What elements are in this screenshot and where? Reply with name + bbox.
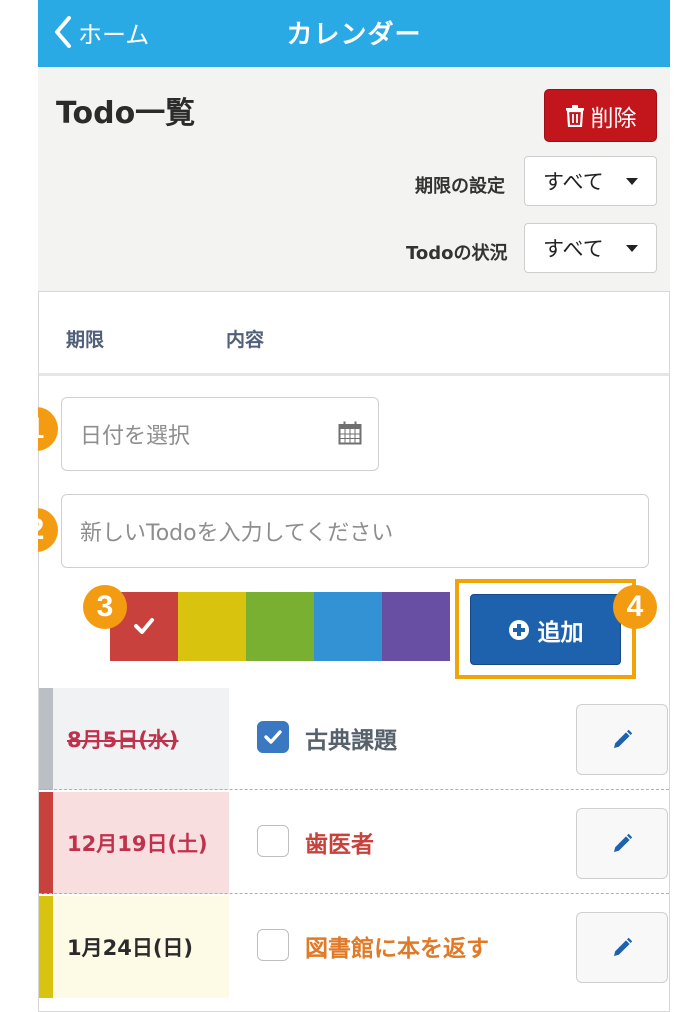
- todo-checkbox[interactable]: [257, 721, 289, 753]
- todo-date: 12月19日(土): [67, 832, 208, 856]
- calendar-icon: [338, 421, 362, 445]
- status-filter-value: すべて: [543, 237, 604, 261]
- column-header-deadline: 期限: [66, 329, 105, 351]
- plus-circle-icon: [508, 619, 529, 640]
- callout-badge-3: 3: [83, 585, 127, 629]
- edit-button[interactable]: [576, 808, 668, 879]
- navigation-bar: ホーム カレンダー: [38, 0, 670, 67]
- add-button[interactable]: 追加: [470, 594, 621, 665]
- edit-button[interactable]: [576, 912, 668, 983]
- edit-button[interactable]: [576, 704, 668, 775]
- todo-checkbox[interactable]: [257, 929, 289, 961]
- todo-date-cell: 8月5日(水): [39, 688, 229, 790]
- todo-date-cell: 1月24日(日): [39, 896, 229, 998]
- todo-date-cell: 12月19日(土): [39, 792, 229, 894]
- color-swatch-green[interactable]: [246, 592, 314, 661]
- todo-text-input[interactable]: 新しいTodoを入力してください: [61, 494, 649, 568]
- deadline-filter-label: 期限の設定: [415, 176, 505, 197]
- column-header-content: 内容: [226, 329, 265, 351]
- check-icon: [264, 730, 282, 744]
- pencil-icon: [614, 937, 633, 956]
- color-picker: [110, 592, 450, 661]
- color-swatch-blue[interactable]: [314, 592, 382, 661]
- color-swatch-purple[interactable]: [382, 592, 450, 661]
- todo-task: 図書館に本を返す: [305, 936, 489, 962]
- caret-down-icon: [626, 178, 638, 185]
- todo-date: 8月5日(水): [67, 728, 179, 752]
- header-divider: [39, 373, 669, 376]
- todo-checkbox[interactable]: [257, 825, 289, 857]
- delete-label: 削除: [590, 105, 637, 132]
- todo-date: 1月24日(日): [67, 936, 194, 960]
- deadline-filter-value: すべて: [543, 170, 604, 194]
- date-placeholder: 日付を選択: [80, 424, 191, 449]
- deadline-filter-select[interactable]: すべて: [524, 156, 657, 206]
- status-filter-select[interactable]: すべて: [524, 223, 657, 273]
- caret-down-icon: [626, 245, 638, 252]
- add-label: 追加: [537, 619, 584, 646]
- app-screen: ホーム カレンダー Todo一覧 削除 期限の設定 すべて Todoの状況 すべ…: [38, 0, 670, 1012]
- todo-placeholder: 新しいTodoを入力してください: [80, 521, 394, 546]
- callout-badge-4: 4: [613, 585, 657, 629]
- row-separator: [39, 789, 669, 790]
- todo-task: 歯医者: [305, 832, 374, 858]
- status-filter-label: Todoの状況: [406, 243, 508, 264]
- check-icon: [134, 618, 154, 634]
- color-swatch-yellow[interactable]: [178, 592, 246, 661]
- todo-row: 8月5日(水) 古典課題: [39, 688, 669, 790]
- nav-title: カレンダー: [286, 20, 422, 50]
- add-button-highlight: 追加: [455, 579, 636, 679]
- trash-icon: [565, 104, 584, 127]
- page-title: Todo一覧: [56, 96, 196, 131]
- delete-button[interactable]: 削除: [544, 89, 657, 142]
- todo-row: 12月19日(土) 歯医者: [39, 792, 669, 894]
- left-margin: [0, 0, 38, 1012]
- todo-task: 古典課題: [305, 728, 397, 754]
- pencil-icon: [614, 833, 633, 852]
- date-picker-input[interactable]: 日付を選択: [61, 397, 379, 471]
- todo-row: 1月24日(日) 図書館に本を返す: [39, 896, 669, 998]
- pencil-icon: [614, 729, 633, 748]
- row-separator: [39, 893, 669, 894]
- todo-panel: 期限 内容 日付を選択 新しいTodoを入力してください 追加 8月5日(水) …: [38, 291, 670, 1012]
